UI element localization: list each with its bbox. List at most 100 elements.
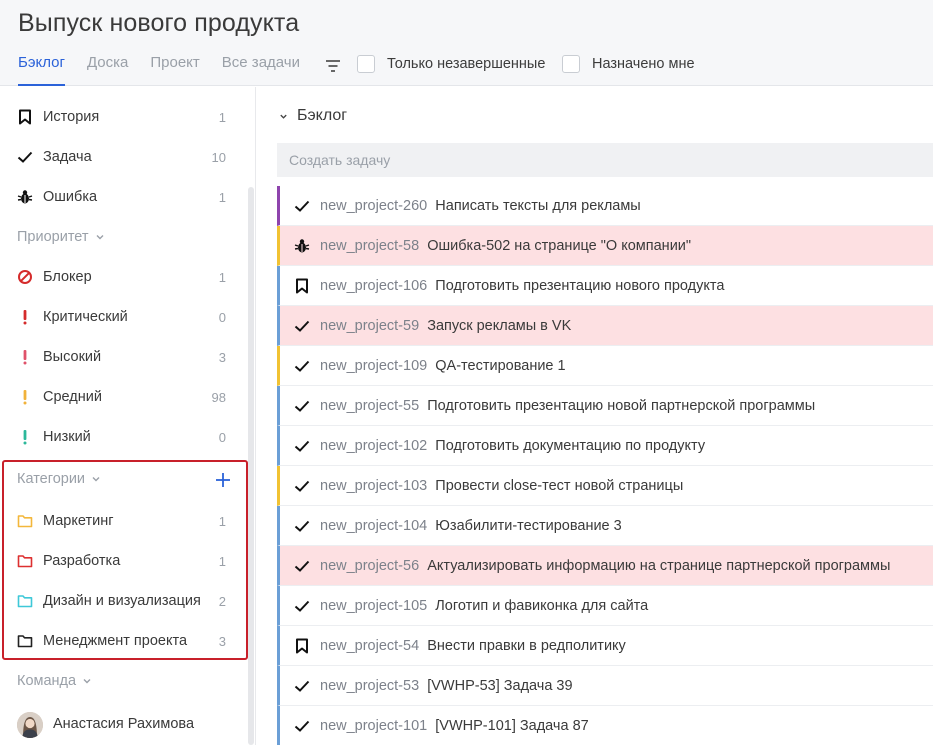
exclamation-icon (16, 348, 34, 366)
sidebar-item-medium[interactable]: Средний 98 (0, 377, 240, 417)
sidebar-item-label: Дизайн и визуализация (43, 593, 201, 609)
create-task-input[interactable] (277, 143, 933, 177)
sidebar-scrollbar[interactable] (248, 187, 254, 745)
task-key[interactable]: new_project-53 [VWHP-53] Задача 39 (320, 678, 573, 694)
only-unfinished-checkbox[interactable] (357, 55, 375, 73)
sidebar-item-low[interactable]: Низкий 0 (0, 417, 240, 457)
folder-icon (16, 552, 34, 570)
sidebar-item-high[interactable]: Высокий 3 (0, 337, 240, 377)
avatar[interactable] (17, 712, 43, 738)
priority-section-toggle[interactable]: Приоритет (17, 229, 105, 245)
task-key[interactable]: new_project-104 Юзабилити-тестирование 3 (320, 518, 622, 534)
sidebar-item-count: 98 (211, 389, 226, 405)
chevron-down-icon (96, 235, 104, 240)
sidebar-item-count: 2 (218, 593, 226, 609)
backlog-title: Бэклог (297, 107, 348, 124)
sidebar-item-bug[interactable]: Ошибка 1 (0, 177, 240, 217)
task-title: [VWHP-53] Задача 39 (427, 677, 573, 694)
task-row[interactable]: new_project-59 Запуск рекламы в VK (277, 306, 933, 346)
exclamation-icon (16, 388, 34, 406)
sidebar-item-project-management[interactable]: Менеджмент проекта 3 (0, 621, 240, 661)
tab-backlog[interactable]: Бэклог (18, 54, 65, 86)
task-row[interactable]: new_project-53 [VWHP-53] Задача 39 (277, 666, 933, 706)
priority-heading: Приоритет (17, 229, 89, 245)
task-title: Запуск рекламы в VK (427, 317, 572, 334)
sidebar-item-story[interactable]: История 1 (0, 97, 240, 137)
task-title: Написать тексты для рекламы (435, 197, 641, 214)
task-row[interactable]: new_project-102 Подготовить документацию… (277, 426, 933, 466)
team-heading: Команда (17, 673, 77, 689)
check-icon (293, 197, 311, 215)
task-key[interactable]: new_project-102 Подготовить документацию… (320, 438, 705, 454)
task-title: Подготовить презентацию новой партнерско… (427, 397, 816, 414)
task-row[interactable]: new_project-54 Внести правки в редполити… (277, 626, 933, 666)
check-icon (293, 357, 311, 375)
task-row[interactable]: new_project-56 Актуализировать информаци… (277, 546, 933, 586)
blocker-icon (16, 268, 34, 286)
sidebar-item-count: 1 (218, 269, 226, 285)
sidebar-item-development[interactable]: Разработка 1 (0, 541, 240, 581)
task-key[interactable]: new_project-56 Актуализировать информаци… (320, 558, 890, 574)
task-key[interactable]: new_project-105 Логотип и фавиконка для … (320, 598, 648, 614)
task-key[interactable]: new_project-55 Подготовить презентацию н… (320, 398, 815, 414)
task-row[interactable]: new_project-109 QA-тестирование 1 (277, 346, 933, 386)
only-unfinished-toggle[interactable]: Только незавершенные (357, 55, 545, 73)
bug-icon (16, 188, 34, 206)
tab-project[interactable]: Проект (150, 54, 199, 86)
task-row[interactable]: new_project-104 Юзабилити-тестирование 3 (277, 506, 933, 546)
task-key[interactable]: new_project-260 Написать тексты для рекл… (320, 198, 641, 214)
check-icon (293, 317, 311, 335)
sidebar-item-label: История (43, 109, 100, 125)
task-row[interactable]: new_project-260 Написать тексты для рекл… (277, 186, 933, 226)
task-key[interactable]: new_project-59 Запуск рекламы в VK (320, 318, 571, 334)
assigned-to-me-checkbox[interactable] (562, 55, 580, 73)
check-icon (293, 477, 311, 495)
task-row[interactable]: new_project-106 Подготовить презентацию … (277, 266, 933, 306)
folder-icon (16, 512, 34, 530)
assigned-to-me-toggle[interactable]: Назначено мне (562, 55, 695, 73)
task-row[interactable]: new_project-58 Ошибка-502 на странице "О… (277, 226, 933, 266)
add-category-button[interactable] (214, 471, 232, 489)
chevron-down-icon (83, 679, 91, 684)
sidebar-item-blocker[interactable]: Блокер 1 (0, 257, 240, 297)
sidebar-item-label: Критический (43, 309, 128, 325)
task-key[interactable]: new_project-109 QA-тестирование 1 (320, 358, 566, 374)
categories-section-toggle[interactable]: Категории (17, 471, 101, 487)
task-row[interactable]: new_project-103 Провести close-тест ново… (277, 466, 933, 506)
team-member-name[interactable]: Анастасия Рахимова (53, 716, 194, 732)
exclamation-icon (16, 308, 34, 326)
sidebar-item-count: 1 (218, 553, 226, 569)
task-key[interactable]: new_project-103 Провести close-тест ново… (320, 478, 683, 494)
sidebar-item-task[interactable]: Задача 10 (0, 137, 240, 177)
sidebar-item-critical[interactable]: Критический 0 (0, 297, 240, 337)
page-title: Выпуск нового продукта (18, 9, 300, 37)
task-title: Провести close-тест новой страницы (435, 477, 684, 494)
filter-icon[interactable] (324, 57, 342, 75)
check-icon (293, 517, 311, 535)
sidebar-item-label: Менеджмент проекта (43, 633, 188, 649)
sidebar-item-label: Разработка (43, 553, 121, 569)
sidebar-item-count: 0 (218, 309, 226, 325)
check-icon (293, 597, 311, 615)
tab-all-tasks[interactable]: Все задачи (222, 54, 300, 86)
task-key[interactable]: new_project-101 [VWHP-101] Задача 87 (320, 718, 589, 734)
chevron-down-icon (92, 477, 100, 482)
team-section-toggle[interactable]: Команда (17, 673, 92, 689)
check-icon (293, 397, 311, 415)
page-header: Выпуск нового продукта Бэклог Доска Прое… (0, 0, 933, 86)
task-key[interactable]: new_project-58 Ошибка-502 на странице "О… (320, 238, 691, 254)
task-row[interactable]: new_project-101 [VWHP-101] Задача 87 (277, 706, 933, 745)
bug-icon (293, 237, 311, 255)
sidebar-item-count: 1 (218, 513, 226, 529)
sidebar-item-count: 1 (218, 109, 226, 125)
backlog-section-toggle[interactable]: Бэклог (279, 107, 347, 125)
sidebar-item-design[interactable]: Дизайн и визуализация 2 (0, 581, 240, 621)
task-key[interactable]: new_project-54 Внести правки в редполити… (320, 638, 626, 654)
task-key[interactable]: new_project-106 Подготовить презентацию … (320, 278, 724, 294)
sidebar-item-marketing[interactable]: Маркетинг 1 (0, 501, 240, 541)
task-row[interactable]: new_project-55 Подготовить презентацию н… (277, 386, 933, 426)
sidebar-item-label: Задача (43, 149, 92, 165)
tab-board[interactable]: Доска (87, 54, 128, 86)
task-title: Юзабилити-тестирование 3 (435, 517, 622, 534)
task-row[interactable]: new_project-105 Логотип и фавиконка для … (277, 586, 933, 626)
